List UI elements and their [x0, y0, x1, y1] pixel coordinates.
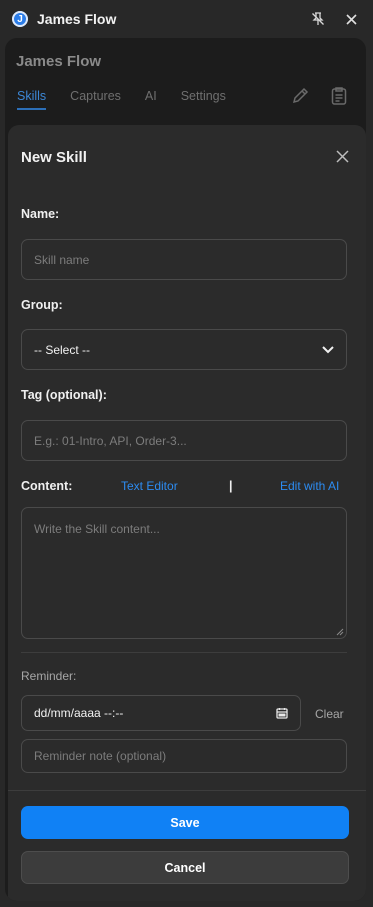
dialog-title: New Skill: [21, 149, 87, 166]
main-panel: James Flow Skills Captures AI Settings N…: [5, 38, 366, 901]
tab-settings[interactable]: Settings: [181, 89, 226, 110]
reminder-datetime-input[interactable]: dd/mm/aaaa --:--: [21, 695, 301, 731]
tag-label: Tag (optional):: [21, 388, 107, 402]
calendar-icon[interactable]: [276, 707, 288, 719]
reminder-label: Reminder:: [21, 669, 77, 683]
content-placeholder: Write the Skill content...: [34, 522, 160, 536]
skill-name-input[interactable]: Skill name: [21, 239, 347, 280]
tab-ai[interactable]: AI: [145, 89, 157, 110]
group-label: Group:: [21, 298, 63, 312]
unpin-button[interactable]: [307, 8, 329, 30]
edit-with-ai-link[interactable]: Edit with AI: [280, 479, 339, 493]
tab-bar: Skills Captures AI Settings: [17, 89, 250, 110]
close-icon: [345, 13, 357, 25]
pin-off-icon: [312, 12, 324, 25]
window-close-button[interactable]: [340, 8, 362, 30]
dialog-close-button[interactable]: [332, 146, 352, 166]
edit-button[interactable]: [289, 85, 311, 107]
section-divider: [21, 652, 347, 653]
close-icon: [335, 149, 349, 163]
group-select[interactable]: -- Select --: [21, 329, 347, 370]
content-textarea[interactable]: Write the Skill content...: [21, 507, 347, 639]
group-select-value: -- Select --: [34, 342, 91, 357]
cancel-button[interactable]: Cancel: [21, 851, 349, 884]
reminder-date-value: dd/mm/aaaa --:--: [34, 706, 124, 720]
tab-skills[interactable]: Skills: [17, 89, 47, 110]
panel-title: James Flow: [16, 53, 102, 70]
content-label: Content:: [21, 479, 73, 493]
text-editor-link[interactable]: Text Editor: [121, 479, 178, 493]
title-bar: J James Flow: [0, 0, 373, 38]
clipboard-icon: [331, 87, 347, 105]
window-title: James Flow: [37, 11, 117, 27]
clear-reminder-button[interactable]: Clear: [315, 707, 344, 721]
tag-input[interactable]: E.g.: 01-Intro, API, Order-3...: [21, 420, 347, 461]
link-divider: |: [229, 479, 233, 493]
footer-divider: [8, 790, 366, 791]
app-logo-icon: J: [12, 11, 28, 27]
resize-handle-icon[interactable]: [336, 628, 344, 636]
name-label: Name:: [21, 207, 60, 221]
clipboard-button[interactable]: [328, 85, 350, 107]
tab-captures[interactable]: Captures: [70, 89, 121, 110]
new-skill-dialog: New Skill Name: Skill name Group: -- Sel…: [8, 125, 366, 901]
save-button[interactable]: Save: [21, 806, 349, 839]
pencil-icon: [292, 87, 309, 104]
reminder-note-input[interactable]: Reminder note (optional): [21, 739, 347, 773]
chevron-down-icon: [322, 345, 334, 353]
